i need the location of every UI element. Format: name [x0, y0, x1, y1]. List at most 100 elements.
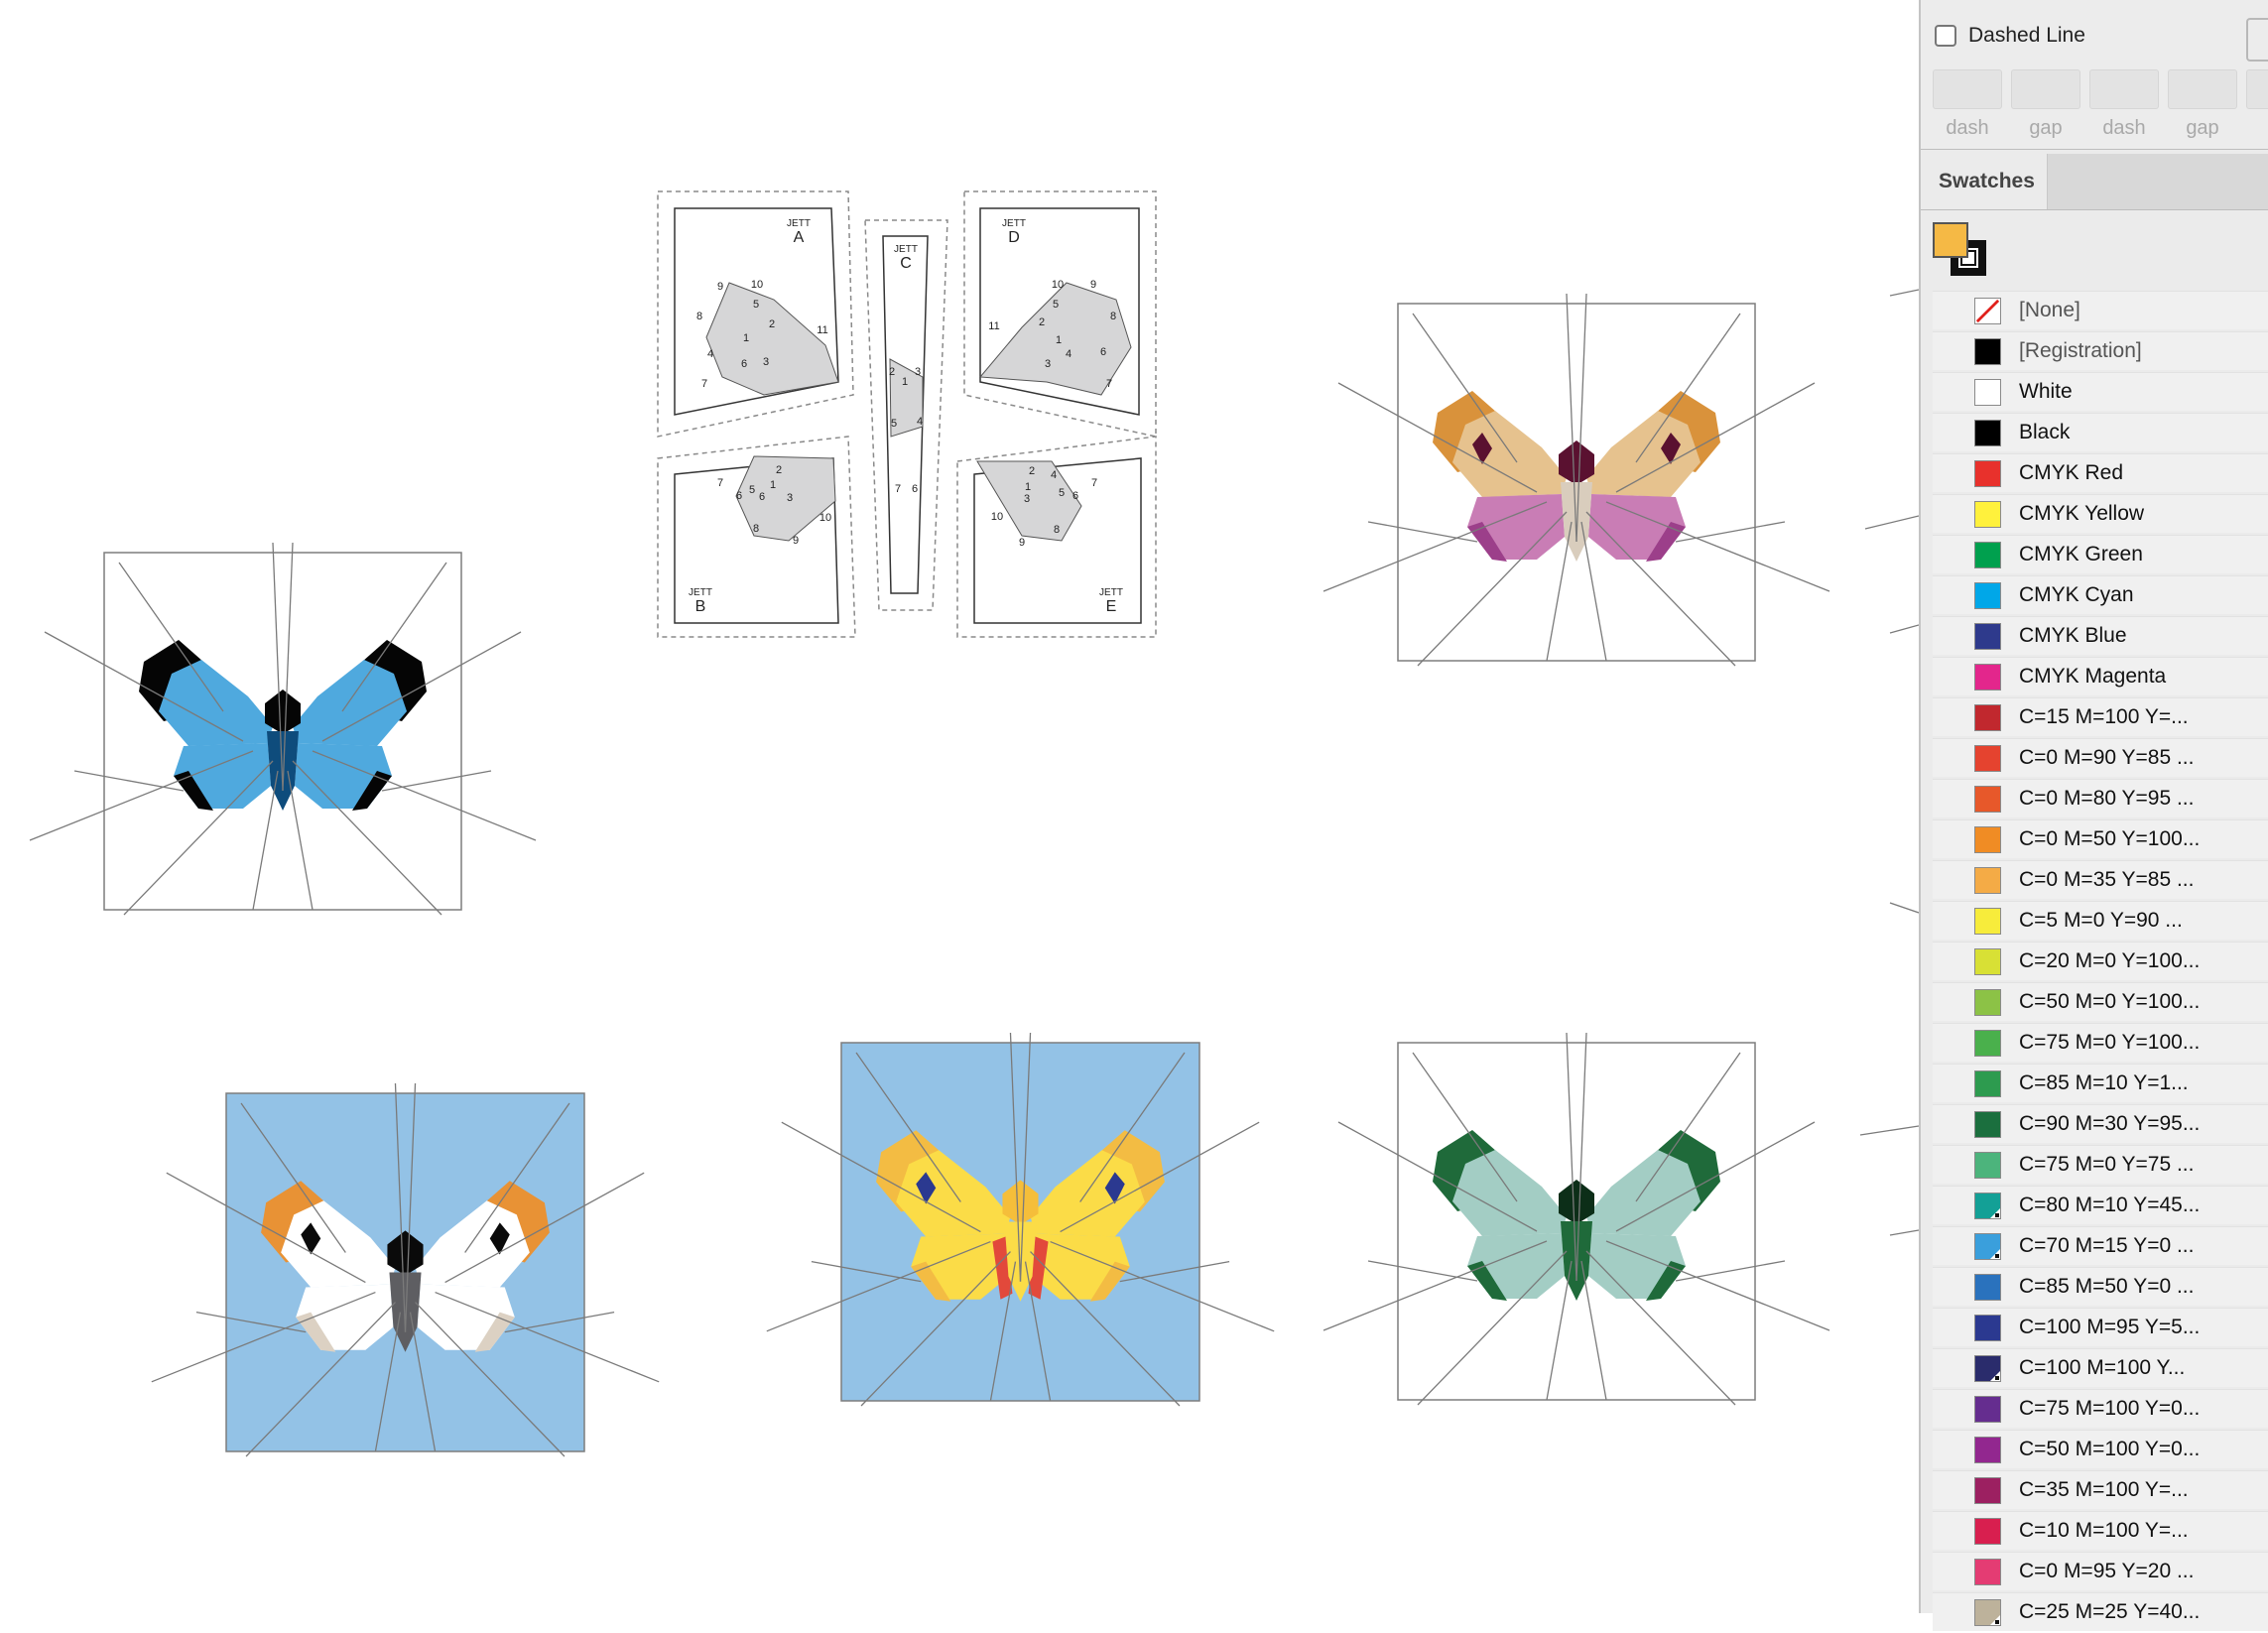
section-number: 2 [776, 464, 782, 476]
swatch-row[interactable]: C=0 M=35 Y=85 ... [1933, 860, 2268, 899]
swatch-name: C=75 M=0 Y=75 ... [2019, 1153, 2195, 1176]
section-number: 7 [701, 378, 707, 390]
piece-brand-label: JETT [1002, 218, 1026, 229]
swatch-name: Black [2019, 421, 2071, 443]
piece-id-label: E [1106, 598, 1117, 615]
swatch-row[interactable]: C=85 M=50 Y=0 ... [1933, 1267, 2268, 1306]
swatch-row[interactable]: C=15 M=100 Y=... [1933, 697, 2268, 736]
gap-field-2[interactable]: gap [2168, 69, 2237, 140]
section-number: 4 [917, 416, 923, 428]
swatch-name: C=90 M=30 Y=95... [2019, 1112, 2201, 1135]
swatch-name: C=100 M=100 Y... [2019, 1356, 2186, 1379]
swatch-color-chip [1974, 1396, 2001, 1423]
dash-input[interactable] [2089, 69, 2159, 109]
swatch-name: C=70 M=15 Y=0 ... [2019, 1234, 2195, 1257]
swatch-row[interactable]: C=100 M=100 Y... [1933, 1348, 2268, 1387]
swatch-row[interactable]: [None] [1933, 291, 2268, 329]
swatch-name: C=0 M=50 Y=100... [2019, 827, 2201, 850]
dash-field-3[interactable]: d [2246, 69, 2268, 140]
right-panel: Dashed Line dash gap dash gap d Swatches… [1919, 0, 2268, 1631]
swatch-color-chip [1974, 1437, 2001, 1463]
swatch-row[interactable]: C=75 M=100 Y=0... [1933, 1389, 2268, 1428]
section-number: 2 [769, 318, 775, 330]
section-number: 5 [1059, 487, 1065, 499]
dash-field-1[interactable]: dash [1933, 69, 2002, 140]
swatch-name: C=25 M=25 Y=40... [2019, 1600, 2201, 1623]
swatch-row[interactable]: C=10 M=100 Y=... [1933, 1511, 2268, 1550]
swatch-row[interactable]: C=0 M=90 Y=85 ... [1933, 738, 2268, 777]
construction-line [1889, 1229, 1919, 1236]
construction-line [1889, 624, 1919, 634]
swatch-row[interactable]: CMYK Cyan [1933, 575, 2268, 614]
swatch-row[interactable]: C=35 M=100 Y=... [1933, 1470, 2268, 1509]
swatch-row[interactable]: C=80 M=10 Y=45... [1933, 1186, 2268, 1224]
stroke-align-icon[interactable] [2246, 18, 2268, 62]
swatch-row[interactable]: CMYK Blue [1933, 616, 2268, 655]
section-number: 7 [1091, 477, 1097, 489]
section-number: 7 [717, 477, 723, 489]
swatch-color-chip [1974, 704, 2001, 731]
section-number: 6 [1100, 346, 1106, 358]
swatch-row[interactable]: CMYK Green [1933, 535, 2268, 573]
construction-line [1889, 289, 1919, 297]
swatch-row[interactable]: C=25 M=25 Y=40... [1933, 1592, 2268, 1631]
dashed-line-option[interactable]: Dashed Line [1935, 24, 2085, 48]
swatch-name: C=75 M=0 Y=100... [2019, 1031, 2201, 1054]
swatch-row[interactable]: [Registration] [1933, 331, 2268, 370]
dash-input[interactable] [1933, 69, 2002, 109]
swatch-color-chip [1974, 664, 2001, 691]
swatch-name: CMYK Green [2019, 543, 2143, 565]
swatch-row[interactable]: C=90 M=30 Y=95... [1933, 1104, 2268, 1143]
swatch-row[interactable]: C=100 M=95 Y=5... [1933, 1308, 2268, 1346]
section-number: 6 [759, 491, 765, 503]
tab-swatches[interactable]: Swatches [1921, 154, 2048, 209]
section-number: 9 [793, 535, 799, 547]
swatch-row[interactable]: White [1933, 372, 2268, 411]
swatch-name: C=85 M=50 Y=0 ... [2019, 1275, 2195, 1298]
swatch-name: C=85 M=10 Y=1... [2019, 1071, 2189, 1094]
swatch-row[interactable]: C=5 M=0 Y=90 ... [1933, 901, 2268, 940]
swatch-row[interactable]: C=0 M=80 Y=95 ... [1933, 779, 2268, 817]
swatch-row[interactable]: C=0 M=50 Y=100... [1933, 819, 2268, 858]
piece-brand-label: JETT [787, 218, 811, 229]
swatch-row[interactable]: C=70 M=15 Y=0 ... [1933, 1226, 2268, 1265]
pattern-piece-a: JETTA 9 10 8 52 1 4 6 3 7 11 [657, 190, 854, 438]
swatch-name: [None] [2019, 299, 2080, 321]
swatch-row[interactable]: CMYK Yellow [1933, 494, 2268, 533]
gap-input[interactable] [2011, 69, 2080, 109]
swatch-color-chip [1974, 1193, 2001, 1219]
section-number: 6 [1072, 490, 1078, 502]
section-number: 5 [891, 418, 897, 430]
swatch-color-chip [1974, 542, 2001, 568]
swatch-row[interactable]: C=0 M=95 Y=20 ... [1933, 1552, 2268, 1590]
swatch-name: CMYK Red [2019, 461, 2124, 484]
swatch-color-chip [1974, 745, 2001, 772]
swatch-row[interactable]: C=75 M=0 Y=100... [1933, 1023, 2268, 1062]
swatch-row[interactable]: C=85 M=10 Y=1... [1933, 1064, 2268, 1102]
swatch-name: C=100 M=95 Y=5... [2019, 1316, 2201, 1338]
fill-stroke-selector[interactable] [1933, 222, 2002, 286]
swatch-row[interactable]: CMYK Red [1933, 453, 2268, 492]
swatch-color-chip [1974, 989, 2001, 1016]
swatch-row[interactable]: Black [1933, 413, 2268, 451]
dash-field-2[interactable]: dash [2089, 69, 2159, 140]
document-canvas[interactable]: JETT A 9 10 8 5 2 1 4 6 3 7 11 JETT B 2 6 5 1 7 6 3 10 8 9 JETT C 2… [0, 0, 1919, 1613]
swatch-name: C=80 M=10 Y=45... [2019, 1193, 2201, 1216]
swatch-name: C=15 M=100 Y=... [2019, 705, 2189, 728]
swatch-row[interactable]: C=75 M=0 Y=75 ... [1933, 1145, 2268, 1184]
gap-field-1[interactable]: gap [2011, 69, 2080, 140]
swatch-row[interactable]: C=50 M=100 Y=0... [1933, 1430, 2268, 1468]
gap-input[interactable] [2168, 69, 2237, 109]
section-number: 7 [895, 483, 901, 495]
dash-input[interactable] [2246, 69, 2268, 109]
fill-color-icon[interactable] [1933, 222, 1968, 258]
swatch-color-chip [1974, 1355, 2001, 1382]
dashed-line-checkbox[interactable] [1935, 25, 1956, 47]
swatch-color-chip [1974, 1274, 2001, 1301]
piece-id-label: D [1008, 229, 1020, 246]
swatches-tabbar: Swatches [1921, 154, 2268, 210]
swatch-name: CMYK Magenta [2019, 665, 2167, 688]
swatch-row[interactable]: C=20 M=0 Y=100... [1933, 942, 2268, 980]
swatch-row[interactable]: CMYK Magenta [1933, 657, 2268, 695]
swatch-row[interactable]: C=50 M=0 Y=100... [1933, 982, 2268, 1021]
